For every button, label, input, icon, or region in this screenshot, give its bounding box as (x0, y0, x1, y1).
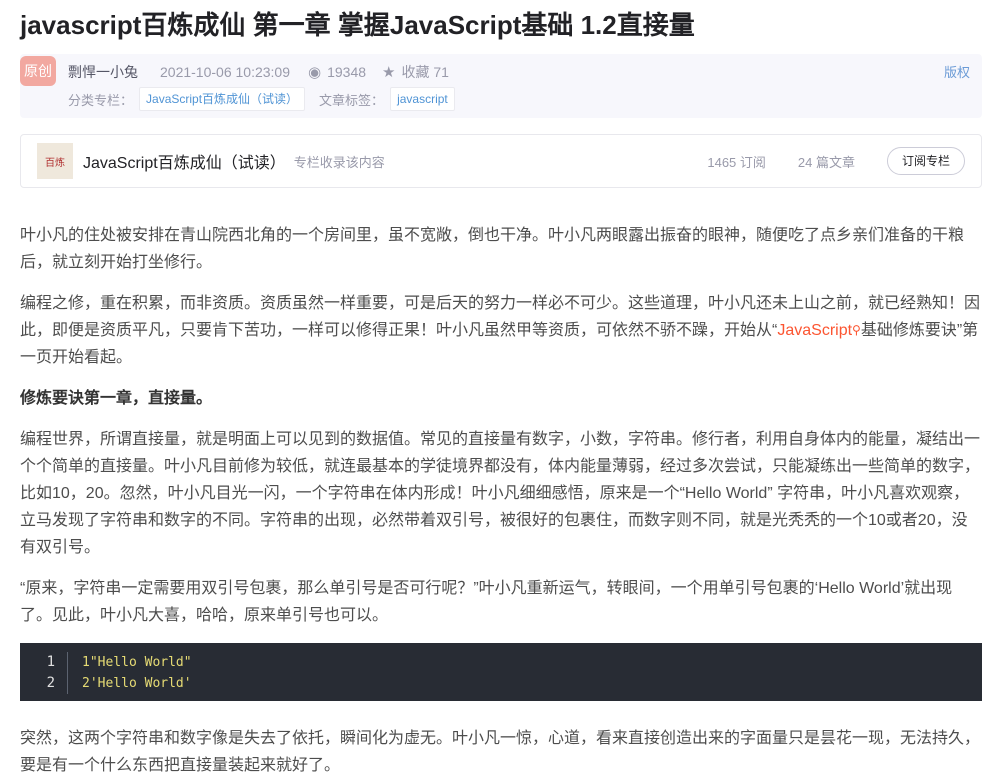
eye-icon: ◉ (308, 64, 322, 81)
author-link[interactable]: 剽悍一小兔 (68, 62, 138, 82)
subscriber-count: 1465 订阅 (707, 154, 766, 170)
column-note: 专栏收录该内容 (293, 154, 385, 170)
paragraph: 编程之修，重在积累，而非资质。资质虽然一样重要，可是后天的努力一样必不可少。这些… (20, 290, 982, 371)
paragraph: “原来，字符串一定需要用双引号包裹，那么单引号是否可行呢？”叶小凡重新运气，转眼… (20, 580, 953, 624)
article-count: 24 篇文章 (797, 154, 855, 170)
column-card: 百炼 JavaScript百炼成仙（试读） 专栏收录该内容 1465 订阅 24… (20, 134, 982, 188)
code-text: 2'Hello World' (82, 676, 192, 691)
favorite-count[interactable]: 收藏 71 (401, 62, 448, 82)
article-body: 叶小凡的住处被安排在青山院西北角的一个房间里，虽不宽敞，倒也干净。叶小凡两眼露出… (20, 222, 982, 779)
code-line: 1 1"Hello World" (20, 652, 982, 673)
copyright-link[interactable]: 版权 (944, 62, 970, 81)
keyword-link[interactable]: JavaScript (777, 322, 852, 339)
line-number: 2 (20, 673, 68, 694)
code-line: 2 2'Hello World' (20, 673, 982, 694)
tags-label: 文章标签： (319, 92, 385, 108)
paragraph: 突然，这两个字符串和数字像是失去了依托，瞬间化为虚无。叶小凡一惊，心道，看来直接… (20, 730, 981, 774)
category-label: 分类专栏： (68, 92, 134, 108)
section-heading: 修炼要诀第一章，直接量。 (20, 390, 213, 407)
code-text: 1"Hello World" (82, 655, 192, 670)
publish-date: 2021-10-06 10:23:09 (160, 64, 290, 80)
column-name[interactable]: JavaScript百炼成仙（试读） (83, 149, 286, 173)
subscribe-column-button[interactable]: 订阅专栏 (886, 147, 965, 175)
star-icon[interactable]: ★ (382, 63, 395, 81)
paragraph: 叶小凡的住处被安排在青山院西北角的一个房间里，虽不宽敞，倒也干净。叶小凡两眼露出… (20, 227, 965, 271)
article-title: javascript百炼成仙 第一章 掌握JavaScript基础 1.2直接量 (20, 10, 695, 40)
view-count: 19348 (327, 64, 367, 80)
code-block: 1 1"Hello World" 2 2'Hello World' (20, 643, 982, 701)
article-tag[interactable]: javascript (390, 87, 455, 111)
search-icon[interactable]: ⚲ (852, 323, 861, 337)
column-thumbnail[interactable]: 百炼 (37, 143, 73, 179)
original-badge: 原创 (20, 56, 56, 86)
article-meta: 原创 剽悍一小兔 2021-10-06 10:23:09 ◉ 19348 ★ 收… (20, 54, 982, 118)
line-number: 1 (20, 652, 68, 673)
paragraph: 编程世界，所谓直接量，就是明面上可以见到的数据值。常见的直接量有数字，小数，字符… (20, 431, 981, 556)
category-tag[interactable]: JavaScript百炼成仙（试读） (139, 87, 306, 111)
